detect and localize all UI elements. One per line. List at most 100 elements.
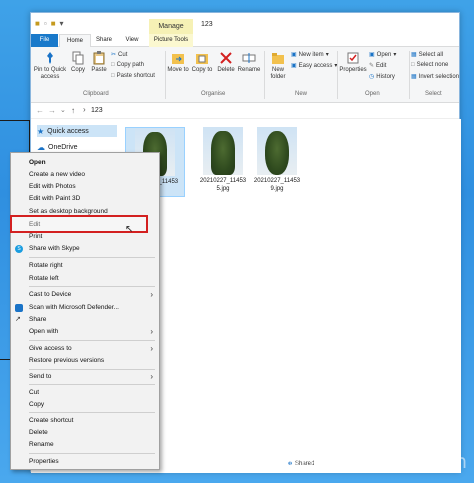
menu-item-cut[interactable]: Cut [11,387,159,399]
chevron-right-icon: › [150,290,153,299]
menu-item-give-access-to[interactable]: Give access to › [11,343,159,355]
new-folder-icon [272,53,284,64]
copy-path-button[interactable]: □ Copy path [111,62,144,68]
tab-file[interactable]: File [31,34,58,47]
nav-item-onedrive[interactable]: ☁ OneDrive [37,143,78,152]
menu-item-cast-to-device[interactable]: Cast to Device › [11,289,159,301]
group-label-clipboard: Clipboard [83,91,109,97]
copy-to-icon [196,54,208,64]
open-button[interactable]: ▣ Open ▾ [369,51,396,59]
pin-to-quick-access-button[interactable]: Pin to Quick access [33,51,67,81]
cut-button[interactable]: ✂ Cut [111,51,127,59]
group-separator [165,51,166,99]
menu-item-open-with[interactable]: Open with › [11,326,159,338]
tree-image [265,131,289,175]
image-thumbnail [203,127,243,175]
pin-icon [47,52,53,64]
folder-icon[interactable]: ■ [51,19,56,28]
menu-separator [29,286,155,287]
group-label-new: New [295,91,308,97]
menu-item-properties[interactable]: Properties [11,456,159,468]
menu-item-edit-with-paint-3d[interactable]: Edit with Paint 3D [11,193,159,205]
properties-check-icon [347,52,359,64]
paste-icon [93,51,105,65]
share-icon: ↗ [15,316,21,323]
menu-item-edit-with-photos[interactable]: Edit with Photos [11,181,159,193]
file-item[interactable]: 20210227_11453 9.jpg [247,127,307,193]
menu-item-send-to[interactable]: Send to › [11,371,159,383]
folder-icon[interactable]: ■ [35,19,40,28]
tab-picture-tools[interactable]: Picture Tools [149,34,193,47]
new-item-button[interactable]: ▣ New item ▾ [291,51,329,59]
chevron-down-icon: ▾ [325,52,329,58]
easy-access-icon: ▣ [291,63,297,69]
paste-shortcut-icon: □ [111,73,115,79]
select-none-button[interactable]: □ Select none [411,62,448,68]
rename-button[interactable]: Rename [237,51,261,74]
new-item-icon: ▣ [291,52,297,58]
menu-item-copy[interactable]: Copy [11,399,159,411]
title-bar: ■ ▫ ■ ▾ Manage 123 [31,13,459,34]
tab-view[interactable]: View [121,34,143,47]
up-arrow-icon[interactable]: ↑ [71,106,75,115]
menu-item-create-video[interactable]: Create a new video [11,169,159,181]
skype-icon: S [15,245,23,253]
menu-item-delete[interactable]: Delete [11,427,159,439]
qat-dropdown-icon[interactable]: ▾ [60,19,64,28]
menu-separator [29,340,155,341]
file-name: 20210227_11453 [253,178,301,184]
mouse-cursor-icon: ↖ [125,224,134,235]
address-path[interactable]: 123 [91,107,103,114]
copy-button[interactable]: Copy [69,51,87,74]
address-bar-row: ← → ⌄ ↑ › 123 [31,103,459,119]
menu-item-share[interactable]: ↗ Share [11,314,159,326]
file-item[interactable]: 20210227_11453 5.jpg [193,127,253,193]
easy-access-button[interactable]: ▣ Easy access ▾ [291,62,337,70]
file-name: 20210227_11453 [199,178,247,184]
chevron-right-icon: › [150,327,153,336]
ribbon-tabs: File Home Share View Picture Tools [31,34,459,47]
menu-item-rotate-right[interactable]: Rotate right [11,260,159,272]
select-all-button[interactable]: ▦ Select all [411,51,443,59]
edit-button[interactable]: ✎ Edit [369,62,386,70]
select-none-icon: □ [411,62,415,68]
menu-item-open[interactable]: Open [11,157,159,169]
watermark: computersluggish.com [231,451,468,473]
back-arrow-icon[interactable]: ← [36,106,44,115]
forward-arrow-icon[interactable]: → [48,106,56,115]
recent-dropdown-icon[interactable]: ⌄ [60,106,66,114]
nav-item-quick-access[interactable]: ★ Quick access [37,125,117,137]
delete-button[interactable]: Delete [215,51,237,74]
menu-item-create-shortcut[interactable]: Create shortcut [11,415,159,427]
delete-x-icon [220,52,232,64]
tab-share[interactable]: Share [93,34,115,47]
menu-item-restore-previous-versions[interactable]: Restore previous versions [11,355,159,367]
image-thumbnail [257,127,297,175]
menu-item-scan-with-defender[interactable]: Scan with Microsoft Defender... [11,302,159,314]
copy-to-button[interactable]: Copy to [191,51,213,74]
group-separator [409,51,410,99]
history-icon: ◷ [369,74,375,80]
tab-home[interactable]: Home [59,34,91,47]
paste-button[interactable]: Paste [89,51,109,74]
menu-separator [29,453,155,454]
quick-access-toolbar: ■ ▫ ■ ▾ [35,19,64,28]
new-folder-button[interactable]: New folder [267,51,289,81]
edit-pencil-icon: ✎ [369,63,375,69]
copy-path-icon: □ [111,62,115,68]
menu-item-rename[interactable]: Rename [11,439,159,451]
window-title: 123 [201,21,213,28]
group-separator [337,51,338,99]
invert-selection-button[interactable]: ▦ Invert selection [411,73,459,81]
select-all-icon: ▦ [411,52,417,58]
manage-tab[interactable]: Manage [149,19,193,34]
properties-icon[interactable]: ▫ [44,19,47,28]
group-label-select: Select [425,91,442,97]
menu-item-rotate-left[interactable]: Rotate left [11,273,159,285]
invert-selection-icon: ▦ [411,74,417,80]
paste-shortcut-button[interactable]: □ Paste shortcut [111,73,155,79]
properties-button[interactable]: Properties [339,51,367,74]
history-button[interactable]: ◷ History [369,73,395,81]
menu-item-share-with-skype[interactable]: S Share with Skype [11,243,159,255]
move-to-button[interactable]: Move to [167,51,189,74]
